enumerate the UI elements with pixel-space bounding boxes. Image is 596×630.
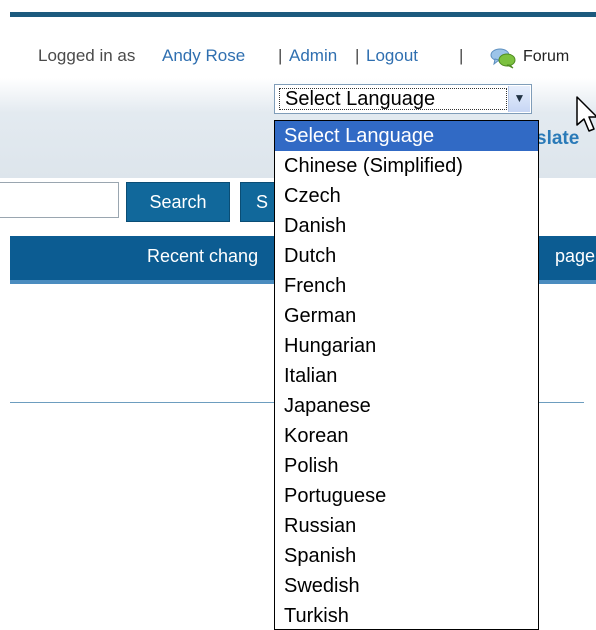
nav-recent-changes[interactable]: Recent chang bbox=[147, 246, 258, 267]
language-option[interactable]: Polish bbox=[275, 451, 538, 481]
language-option[interactable]: Danish bbox=[275, 211, 538, 241]
language-option[interactable]: Italian bbox=[275, 361, 538, 391]
language-option[interactable]: Dutch bbox=[275, 241, 538, 271]
translate-link[interactable]: slate bbox=[536, 128, 579, 150]
separator: | bbox=[278, 46, 283, 65]
language-option[interactable]: Japanese bbox=[275, 391, 538, 421]
language-option[interactable]: Spanish bbox=[275, 541, 538, 571]
separator: | bbox=[355, 46, 360, 65]
language-select[interactable]: Select Language ▼ bbox=[274, 84, 532, 114]
mouse-cursor-icon bbox=[576, 96, 596, 132]
language-option[interactable]: German bbox=[275, 301, 538, 331]
logged-in-label: Logged in as bbox=[38, 46, 136, 65]
chevron-down-icon[interactable]: ▼ bbox=[508, 86, 530, 112]
nav-page-link[interactable]: page bbox=[555, 246, 595, 267]
language-option[interactable]: Swedish bbox=[275, 571, 538, 601]
language-dropdown-list: Select Language Chinese (Simplified) Czech… bbox=[274, 120, 539, 630]
forum-icon[interactable] bbox=[490, 47, 516, 69]
header-top-bar bbox=[10, 12, 596, 17]
language-option[interactable]: Turkish bbox=[275, 601, 538, 629]
language-option[interactable]: Select Language bbox=[275, 121, 538, 151]
language-option[interactable]: Korean bbox=[275, 421, 538, 451]
forum-link[interactable]: Forum bbox=[523, 48, 569, 66]
user-name-link[interactable]: Andy Rose bbox=[162, 46, 245, 66]
admin-link[interactable]: Admin bbox=[289, 46, 337, 66]
language-option[interactable]: French bbox=[275, 271, 538, 301]
search-input[interactable] bbox=[0, 182, 119, 218]
language-option[interactable]: Czech bbox=[275, 181, 538, 211]
search-button[interactable]: Search bbox=[126, 182, 230, 222]
separator: | bbox=[459, 46, 464, 65]
logout-link[interactable]: Logout bbox=[366, 46, 418, 66]
language-option[interactable]: Hungarian bbox=[275, 331, 538, 361]
language-select-value: Select Language bbox=[285, 88, 436, 110]
language-option[interactable]: Russian bbox=[275, 511, 538, 541]
language-option[interactable]: Portuguese bbox=[275, 481, 538, 511]
language-option[interactable]: Chinese (Simplified) bbox=[275, 151, 538, 181]
